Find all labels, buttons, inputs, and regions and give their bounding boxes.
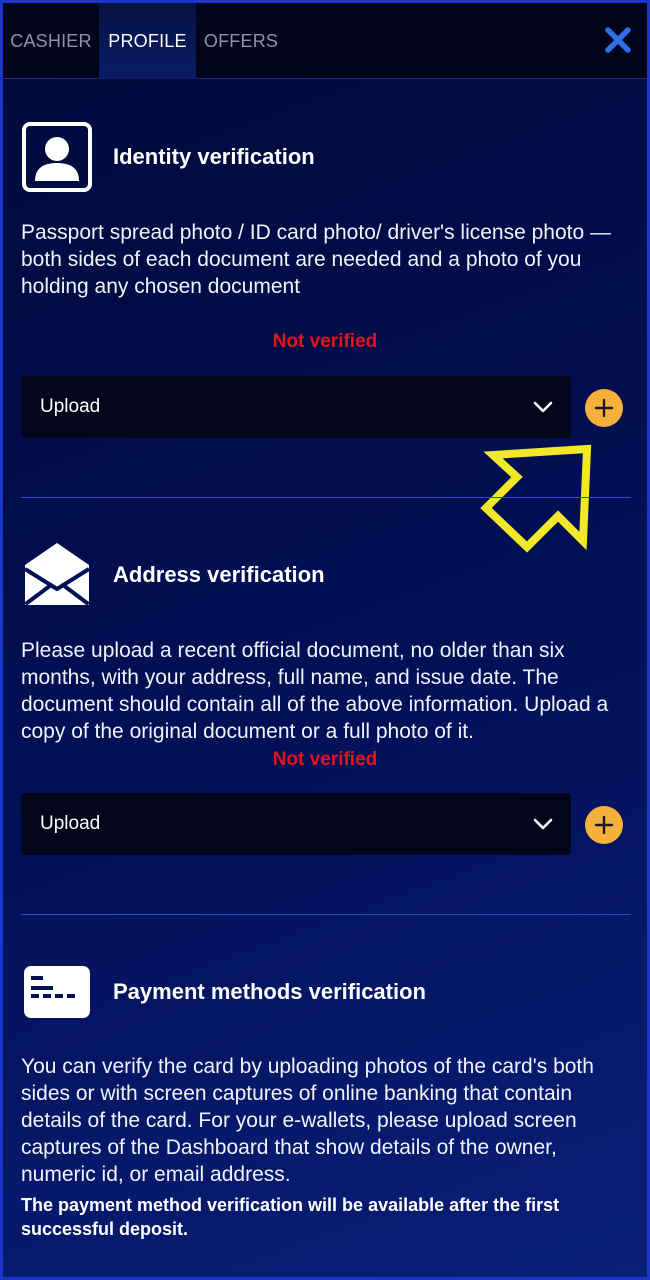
card-icon	[24, 966, 90, 1018]
address-upload-label: Upload	[40, 813, 101, 834]
address-status-badge: Not verified	[272, 749, 378, 770]
payment-description: You can verify the card by uploading pho…	[21, 1055, 594, 1186]
plus-icon	[594, 398, 614, 418]
identity-title: Identity verification	[113, 144, 315, 169]
address-description: Please upload a recent official document…	[21, 639, 609, 743]
close-button[interactable]	[603, 25, 633, 55]
identity-upload-label: Upload	[40, 396, 101, 417]
identity-description: Passport spread photo / ID card photo/ d…	[21, 221, 611, 298]
section-divider	[21, 914, 631, 915]
chevron-down-icon	[533, 401, 553, 413]
tab-bar: CASHIER PROFILE OFFERS	[3, 3, 647, 79]
plus-icon	[594, 815, 614, 835]
payment-note: The payment method verification will be …	[21, 1195, 560, 1239]
payment-title: Payment methods verification	[113, 979, 426, 1004]
address-section-header: Address verification	[21, 539, 325, 611]
envelope-icon	[23, 543, 91, 605]
address-add-button[interactable]	[585, 806, 623, 844]
identity-add-button[interactable]	[585, 389, 623, 427]
tab-profile[interactable]: PROFILE	[99, 3, 196, 79]
identity-status-badge: Not verified	[272, 331, 378, 352]
tab-cashier[interactable]: CASHIER	[3, 3, 99, 79]
address-upload-select[interactable]: Upload	[21, 793, 571, 855]
chevron-down-icon	[533, 818, 553, 830]
verification-panel: CASHIER PROFILE OFFERS Identity verifica…	[0, 0, 650, 1280]
identity-section-header: Identity verification	[21, 121, 315, 193]
payment-section-header: Payment methods verification	[21, 956, 426, 1028]
section-divider	[21, 497, 631, 498]
address-title: Address verification	[113, 562, 325, 587]
close-icon	[605, 27, 631, 53]
identity-upload-select[interactable]: Upload	[21, 376, 571, 438]
person-id-icon	[22, 122, 92, 192]
tab-offers[interactable]: OFFERS	[196, 3, 286, 79]
